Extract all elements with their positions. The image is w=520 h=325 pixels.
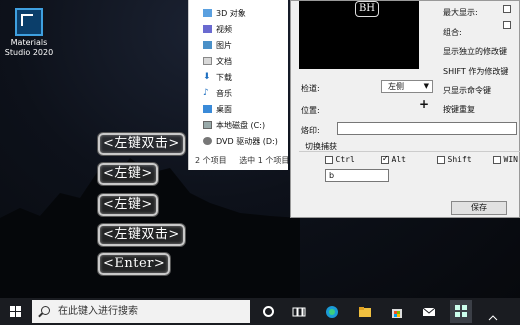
key-repeat-option[interactable]: 按键重复 [443, 104, 475, 115]
nav-item-desktop[interactable]: 桌面 [189, 101, 288, 117]
edge-select[interactable]: 左侧 ▼ [381, 80, 433, 93]
preview-key-label: BH [355, 1, 379, 17]
cube-icon [203, 9, 212, 17]
status-bar: 2 个项目 选中 1 个项目 [195, 155, 289, 166]
task-view-icon[interactable] [292, 304, 306, 318]
selection-count: 选中 1 个项目 [239, 156, 290, 165]
preview-area: BH [299, 1, 419, 69]
keystroke-app-icon[interactable] [450, 300, 472, 323]
mail-icon[interactable] [422, 304, 436, 318]
alt-checkbox[interactable]: Alt [381, 154, 406, 164]
win-checkbox-box[interactable] [493, 155, 501, 164]
shift-checkbox[interactable]: Shift [437, 155, 472, 164]
position-plus-button[interactable]: + [419, 97, 429, 111]
edge-label: 检道: [301, 84, 320, 93]
taskbar: 在此键入进行搜索 [0, 298, 520, 325]
document-icon [203, 57, 212, 65]
nav-item-3d-objects[interactable]: 3D 对象 [189, 5, 288, 21]
max-display-label: 最大显示: [443, 8, 478, 17]
search-icon [41, 306, 50, 315]
materials-studio-shortcut[interactable]: Materials Studio 2020 [4, 8, 54, 58]
item-count: 2 个项目 [195, 156, 227, 165]
key-overlay-5: <Enter> [98, 253, 171, 275]
edge-select-value: 左侧 [388, 82, 404, 91]
windows-logo-icon [10, 306, 15, 311]
max-display-toggle[interactable] [503, 5, 511, 13]
hotkey-input[interactable]: b [325, 169, 389, 182]
ctrl-checkbox[interactable]: Ctrl [325, 155, 355, 164]
option-toggles [503, 5, 511, 35]
nav-item-music[interactable]: ♪ 音乐 [189, 85, 288, 101]
picture-icon [203, 41, 212, 49]
alt-checkbox-box[interactable] [381, 154, 389, 164]
file-explorer-panel: 3D 对象 视频 图片 文档 ⬇ 下载 ♪ 音乐 桌面 本地磁盘 (C:) DV… [188, 0, 289, 170]
drive-icon [203, 121, 212, 129]
show-command-option[interactable]: 只显示命令键 [443, 85, 491, 96]
nav-item-pictures[interactable]: 图片 [189, 37, 288, 53]
stamp-label: 烙印: [301, 126, 320, 135]
nav-item-documents[interactable]: 文档 [189, 53, 288, 69]
key-overlay-1: <左键双击> [98, 133, 185, 155]
combo-label: 组合: [443, 28, 462, 37]
position-label: 位置: [301, 106, 320, 115]
key-overlay-2: <左键> [98, 163, 158, 185]
shift-checkbox-box[interactable] [437, 155, 445, 164]
group-divider [299, 151, 520, 152]
materials-studio-label: Materials Studio 2020 [4, 38, 54, 57]
shift-modifier-option[interactable]: SHIFT 作为修改键 [443, 66, 508, 77]
win-checkbox[interactable]: WIN [493, 155, 518, 164]
save-button[interactable]: 保存 [451, 201, 507, 215]
download-icon: ⬇ [203, 72, 211, 82]
ctrl-checkbox-box[interactable] [325, 155, 333, 164]
nav-item-drive-c[interactable]: 本地磁盘 (C:) [189, 117, 288, 133]
video-icon [203, 25, 212, 33]
edge-browser-icon[interactable] [325, 304, 339, 318]
cortana-icon[interactable] [263, 306, 274, 317]
nav-item-videos[interactable]: 视频 [189, 21, 288, 37]
desktop-icon [203, 105, 212, 113]
start-button[interactable] [10, 306, 22, 318]
chevron-up-icon[interactable] [488, 307, 502, 321]
nav-item-dvd-d[interactable]: DVD 驱动器 (D:) [189, 133, 288, 149]
music-icon: ♪ [203, 88, 209, 98]
key-overlay-4: <左键双击> [98, 224, 185, 246]
search-placeholder: 在此键入进行搜索 [58, 306, 138, 317]
materials-studio-icon [15, 8, 43, 36]
dvd-icon [203, 137, 212, 145]
keystroke-settings-dialog: BH 最大显示: 组合: 显示独立的修改键 SHIFT 作为修改键 只显示命令键… [290, 0, 520, 218]
show-modifier-option[interactable]: 显示独立的修改键 [443, 46, 507, 57]
key-overlay-3: <左键> [98, 194, 158, 216]
taskbar-search-box[interactable]: 在此键入进行搜索 [32, 300, 250, 323]
stamp-input[interactable] [337, 122, 517, 135]
file-explorer-icon[interactable] [358, 304, 372, 318]
chevron-down-icon: ▼ [423, 82, 429, 90]
store-icon[interactable] [390, 304, 404, 318]
nav-item-downloads[interactable]: ⬇ 下载 [189, 69, 288, 85]
combo-toggle[interactable] [503, 21, 511, 29]
